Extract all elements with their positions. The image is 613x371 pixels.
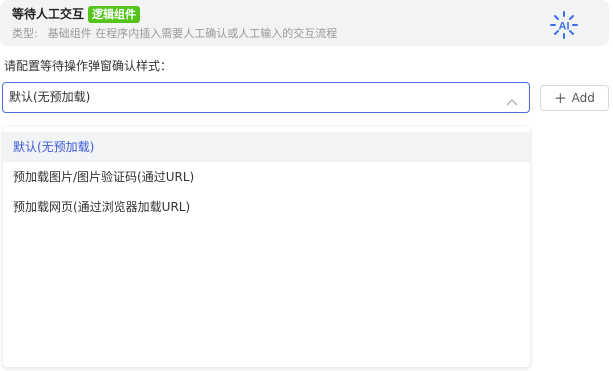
ai-sparkle-icon[interactable]: AI bbox=[547, 10, 581, 40]
add-button-label: Add bbox=[571, 91, 595, 105]
component-tag-badge: 逻辑组件 bbox=[88, 6, 140, 23]
component-type: 类型: 基础组件 在程序内插入需要人工确认或人工输入的交互流程 bbox=[12, 26, 337, 41]
svg-text:AI: AI bbox=[559, 21, 570, 33]
component-type-value: 基础组件 在程序内插入需要人工确认或人工输入的交互流程 bbox=[47, 27, 338, 40]
add-button[interactable]: + Add bbox=[540, 85, 609, 111]
component-type-label: 类型: bbox=[12, 27, 38, 40]
chevron-up-icon[interactable] bbox=[505, 92, 519, 106]
style-dropdown-menu: 默认(无预加载) 预加载图片/图片验证码(通过URL) 预加载网页(通过浏览器加… bbox=[3, 127, 530, 367]
plus-icon: + bbox=[554, 89, 567, 107]
dropdown-option-preload-image[interactable]: 预加载图片/图片验证码(通过URL) bbox=[3, 162, 530, 192]
dropdown-option-preload-webpage[interactable]: 预加载网页(通过浏览器加载URL) bbox=[3, 192, 530, 222]
component-title: 等待人工交互 bbox=[12, 7, 85, 21]
style-select[interactable]: 默认(无预加载) bbox=[2, 82, 530, 113]
dropdown-option-default[interactable]: 默认(无预加载) bbox=[3, 132, 530, 162]
component-header-card: 等待人工交互 逻辑组件 类型: 基础组件 在程序内插入需要人工确认或人工输入的交互… bbox=[0, 0, 609, 46]
config-prompt: 请配置等待操作弹窗确认样式： bbox=[4, 59, 173, 73]
page: 等待人工交互 逻辑组件 类型: 基础组件 在程序内插入需要人工确认或人工输入的交互… bbox=[0, 0, 613, 371]
style-select-value: 默认(无预加载) bbox=[9, 90, 91, 104]
